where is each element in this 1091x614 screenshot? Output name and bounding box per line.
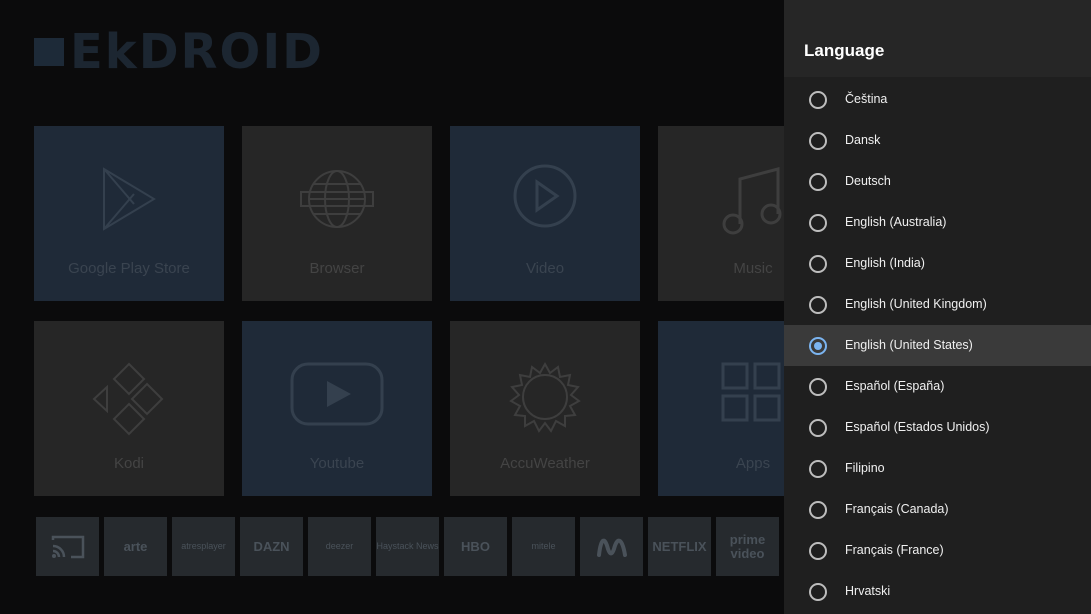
favorite-apps-row: arte atresplayer DAZN deezer Haystack Ne… bbox=[36, 517, 779, 576]
language-option-label: Français (Canada) bbox=[845, 502, 949, 516]
app-cast[interactable] bbox=[36, 517, 99, 576]
radio-checked-icon[interactable] bbox=[809, 337, 827, 355]
youtube-icon bbox=[290, 362, 384, 426]
tile-label: Google Play Store bbox=[68, 260, 190, 277]
panel-title: Language bbox=[804, 41, 885, 60]
language-option[interactable]: English (Australia) bbox=[784, 202, 1091, 243]
app-hbo[interactable]: HBO bbox=[444, 517, 507, 576]
app-label: deezer bbox=[325, 540, 354, 551]
language-option[interactable]: Français (Canada) bbox=[784, 489, 1091, 530]
language-option[interactable]: English (United Kingdom) bbox=[784, 284, 1091, 325]
tile-google-play-store[interactable]: Google Play Store bbox=[34, 126, 224, 301]
language-option[interactable]: Français (France) bbox=[784, 530, 1091, 571]
language-option-label: English (Australia) bbox=[845, 215, 947, 229]
app-label: mitele bbox=[531, 540, 556, 551]
cast-icon bbox=[51, 535, 84, 558]
tile-label: Apps bbox=[735, 455, 771, 472]
language-option-label: Filipino bbox=[845, 461, 885, 475]
tile-apps[interactable]: Apps bbox=[658, 321, 784, 496]
radio-unchecked-icon[interactable] bbox=[809, 91, 827, 109]
app-mitele[interactable]: mitele bbox=[512, 517, 575, 576]
app-dazn[interactable]: DAZN bbox=[240, 517, 303, 576]
app-deezer[interactable]: deezer bbox=[308, 517, 371, 576]
language-option[interactable]: Filipino bbox=[784, 448, 1091, 489]
tile-label: Youtube bbox=[309, 455, 365, 472]
app-movistar[interactable] bbox=[580, 517, 643, 576]
tile-youtube[interactable]: Youtube bbox=[242, 321, 432, 496]
tile-label: AccuWeather bbox=[500, 455, 590, 472]
language-option-label: Čeština bbox=[845, 92, 888, 106]
tile-label: Kodi bbox=[113, 455, 145, 472]
radio-unchecked-icon[interactable] bbox=[809, 296, 827, 314]
tile-label: Video bbox=[525, 260, 565, 277]
play-circle-icon bbox=[513, 164, 577, 228]
apps-grid-icon bbox=[721, 362, 781, 422]
language-option-label: Français (France) bbox=[845, 543, 944, 557]
language-option[interactable]: Dansk bbox=[784, 120, 1091, 161]
globe-icon bbox=[300, 170, 374, 228]
brand-mark bbox=[34, 38, 64, 66]
app-label: atresplayer bbox=[181, 540, 226, 551]
tile-browser[interactable]: Browser bbox=[242, 126, 432, 301]
tile-label: Music bbox=[733, 260, 773, 277]
language-option[interactable]: Español (España) bbox=[784, 366, 1091, 407]
language-option[interactable]: Hrvatski bbox=[784, 571, 1091, 612]
language-option-label: English (India) bbox=[845, 256, 925, 270]
radio-unchecked-icon[interactable] bbox=[809, 255, 827, 273]
language-option-label: English (United States) bbox=[845, 338, 973, 352]
radio-unchecked-icon[interactable] bbox=[809, 501, 827, 519]
language-option-label: Hrvatski bbox=[845, 584, 891, 598]
app-prime-video[interactable]: prime video bbox=[716, 517, 779, 576]
tile-label: Browser bbox=[309, 260, 365, 277]
brand-text: EkDROID bbox=[70, 24, 325, 80]
tile-video[interactable]: Video bbox=[450, 126, 640, 301]
tile-music[interactable]: Music bbox=[658, 126, 784, 301]
language-option-label: English (United Kingdom) bbox=[845, 297, 987, 311]
tile-kodi[interactable]: Kodi bbox=[34, 321, 224, 496]
language-option-label: Español (España) bbox=[845, 379, 945, 393]
music-note-icon bbox=[722, 167, 782, 235]
radio-unchecked-icon[interactable] bbox=[809, 419, 827, 437]
app-haystack-news[interactable]: Haystack News bbox=[376, 517, 439, 576]
radio-unchecked-icon[interactable] bbox=[809, 583, 827, 601]
app-arte[interactable]: arte bbox=[104, 517, 167, 576]
radio-unchecked-icon[interactable] bbox=[809, 214, 827, 232]
brand-logo: EkDROID bbox=[34, 28, 324, 76]
app-atresplayer[interactable]: atresplayer bbox=[172, 517, 235, 576]
panel-header: Language bbox=[784, 0, 1091, 77]
language-option-label: Deutsch bbox=[845, 174, 891, 188]
launcher-background: EkDROID Google Play Store Browser Video bbox=[0, 0, 784, 614]
language-option-label: Español (Estados Unidos) bbox=[845, 420, 990, 434]
radio-unchecked-icon[interactable] bbox=[809, 542, 827, 560]
language-list: Čeština Dansk Deutsch English (Australia) En… bbox=[784, 79, 1091, 612]
app-netflix[interactable]: NETFLIX bbox=[648, 517, 711, 576]
radio-unchecked-icon[interactable] bbox=[809, 173, 827, 191]
app-label: Haystack News bbox=[376, 540, 439, 551]
language-panel: Language Čeština Dansk Deutsch English (Aus… bbox=[784, 0, 1091, 614]
language-option[interactable]: Español (Estados Unidos) bbox=[784, 407, 1091, 448]
tile-accuweather[interactable]: AccuWeather bbox=[450, 321, 640, 496]
radio-unchecked-icon[interactable] bbox=[809, 460, 827, 478]
movistar-icon bbox=[596, 538, 627, 557]
language-option[interactable]: Deutsch bbox=[784, 161, 1091, 202]
language-option[interactable]: English (United States) bbox=[784, 325, 1091, 366]
language-option[interactable]: Čeština bbox=[784, 79, 1091, 120]
kodi-icon bbox=[92, 362, 164, 436]
language-option-label: Dansk bbox=[845, 133, 881, 147]
sun-icon bbox=[509, 361, 581, 433]
language-option[interactable]: English (India) bbox=[784, 243, 1091, 284]
radio-unchecked-icon[interactable] bbox=[809, 378, 827, 396]
radio-unchecked-icon[interactable] bbox=[809, 132, 827, 150]
play-store-icon bbox=[103, 167, 156, 231]
